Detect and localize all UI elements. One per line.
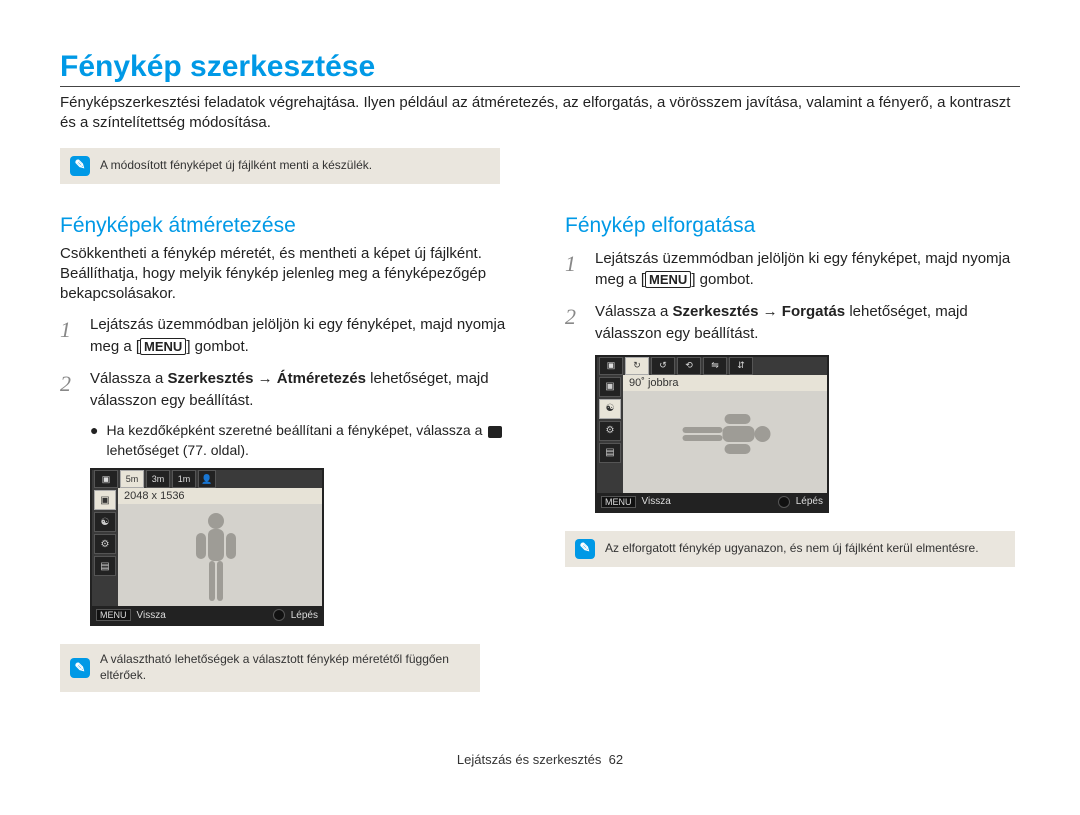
bold: Szerkesztés [168,370,254,387]
note-left: ✎ A választható lehetőségek a választott… [60,644,480,691]
rotation-label: 90˚ jobbra [623,375,827,391]
adjust-tool-icon: ▤ [599,443,621,463]
menu-key: MENU [140,338,186,355]
back-label: Vissza [642,496,671,507]
camera-screenshot-rotate: ▣ ↻ ↺ ⟲ ⇋ ⇵ ▣ ☯ ⚙ ▤ 90˚ jobbra [595,355,829,513]
bullet-text: Ha kezdőképként szeretné beállítani a fé… [106,421,515,460]
lying-figure [678,404,773,464]
resize-mode-icon: ▣ [94,470,118,488]
note-icon: ✎ [70,658,90,678]
right-column: Fénykép elforgatása 1 Lejátszás üzemmódb… [565,214,1020,722]
note-icon: ✎ [70,156,90,176]
rotate-tool-icon: ☯ [94,512,116,532]
resolution-label: 2048 x 1536 [118,488,322,504]
flip-h-icon: ⇋ [703,357,727,375]
bold: Átméretezés [277,370,366,387]
menu-button: MENU [96,609,131,621]
adjust-tool-icon: ▤ [94,556,116,576]
note-right: ✎ Az elforgatott fénykép ugyanazon, és n… [565,531,1015,567]
menu-key: MENU [645,271,691,288]
step-text: Válassza a Szerkesztés → Átméretezés leh… [90,368,515,412]
note-top: ✎ A módosított fényképet új fájlként men… [60,148,500,184]
text: Válassza a [595,303,673,320]
note-text: A választható lehetőségek a választott f… [100,652,470,683]
left-step-2: 2 Válassza a Szerkesztés → Átméretezés l… [60,368,515,412]
bold: Forgatás [782,303,845,320]
step-text: Válassza a Szerkesztés → Forgatás lehető… [595,301,1020,345]
text: Ha kezdőképként szeretné beállítani a fé… [106,422,482,438]
arrow: → [253,370,276,387]
bold: Szerkesztés [673,303,759,320]
step-text: Lejátszás üzemmódban jelöljön ki egy fén… [90,314,515,358]
step-number: 1 [60,314,82,358]
page-footer: Lejátszás és szerkesztés 62 [60,752,1020,767]
left-subtitle: Fényképek átméretezése [60,214,515,238]
cam-top-bar: ▣ ↻ ↺ ⟲ ⇋ ⇵ [597,357,827,375]
menu-button: MENU [601,496,636,508]
step-number: 1 [565,248,587,292]
cam-preview: 2048 x 1536 [118,488,322,606]
note-icon: ✎ [575,539,595,559]
dpad-icon [273,609,285,621]
footer-section: Lejátszás és szerkesztés [457,752,602,767]
intro-text: Fényképszerkesztési feladatok végrehajtá… [60,93,1020,134]
cam-sidebar: ▣ ☯ ⚙ ▤ [597,375,623,493]
text: ] gombot. [186,338,249,355]
person-icon [488,426,502,438]
resize-tool-icon: ▣ [94,490,116,510]
size-5m-tab: 5m [120,470,144,488]
text: ] gombot. [691,271,754,288]
step-number: 2 [60,368,82,412]
right-step-2: 2 Válassza a Szerkesztés → Forgatás lehe… [565,301,1020,345]
startup-image-icon: 👤 [198,470,216,488]
size-1m-tab: 1m [172,470,196,488]
bullet-dot: ● [90,421,98,460]
right-subtitle: Fénykép elforgatása [565,214,1020,238]
step-text: Lejátszás üzemmódban jelöljön ki egy fén… [595,248,1020,292]
cam-preview: 90˚ jobbra [623,375,827,493]
note-text: Az elforgatott fénykép ugyanazon, és nem… [605,541,979,557]
left-bullet: ● Ha kezdőképként szeretné beállítani a … [90,421,515,460]
color-tool-icon: ⚙ [94,534,116,554]
size-3m-tab: 3m [146,470,170,488]
text: lehetőséget (77. oldal). [106,442,248,458]
back-label: Vissza [137,610,166,621]
cam-bottom-bar: MENU Vissza Lépés [597,493,827,511]
dpad-icon [778,496,790,508]
left-column: Fényképek átméretezése Csökkentheti a fé… [60,214,515,722]
resize-tool-icon: ▣ [599,377,621,397]
rotate-right-icon: ↻ [625,357,649,375]
page-number: 62 [609,752,623,767]
cam-bottom-bar: MENU Vissza Lépés [92,606,322,624]
two-column-layout: Fényképek átméretezése Csökkentheti a fé… [60,214,1020,722]
cam-body: ▣ ☯ ⚙ ▤ 2048 x 1536 [92,488,322,606]
rotate-180-icon: ⟲ [677,357,701,375]
rotate-tool-icon: ☯ [599,399,621,419]
left-desc: Csökkentheti a fénykép méretét, és menth… [60,244,515,305]
right-step-1: 1 Lejátszás üzemmódban jelöljön ki egy f… [565,248,1020,292]
color-tool-icon: ⚙ [599,421,621,441]
text: Válassza a [90,370,168,387]
left-step-1: 1 Lejátszás üzemmódban jelöljön ki egy f… [60,314,515,358]
rotate-left-icon: ↺ [651,357,675,375]
step-number: 2 [565,301,587,345]
camera-screenshot-resize: ▣ 5m 3m 1m 👤 ▣ ☯ ⚙ ▤ 2048 x 1536 [90,468,324,626]
rotate-mode-icon: ▣ [599,357,623,375]
page-title: Fénykép szerkesztése [60,50,1020,87]
arrow: → [758,303,781,320]
move-label: Lépés [291,610,318,621]
note-text: A módosított fényképet új fájlként menti… [100,158,372,174]
standing-figure [186,511,246,606]
page: Fénykép szerkesztése Fényképszerkesztési… [0,0,1080,797]
flip-v-icon: ⇵ [729,357,753,375]
cam-top-bar: ▣ 5m 3m 1m 👤 [92,470,322,488]
cam-sidebar: ▣ ☯ ⚙ ▤ [92,488,118,606]
move-label: Lépés [796,496,823,507]
cam-body: ▣ ☯ ⚙ ▤ 90˚ jobbra [597,375,827,493]
